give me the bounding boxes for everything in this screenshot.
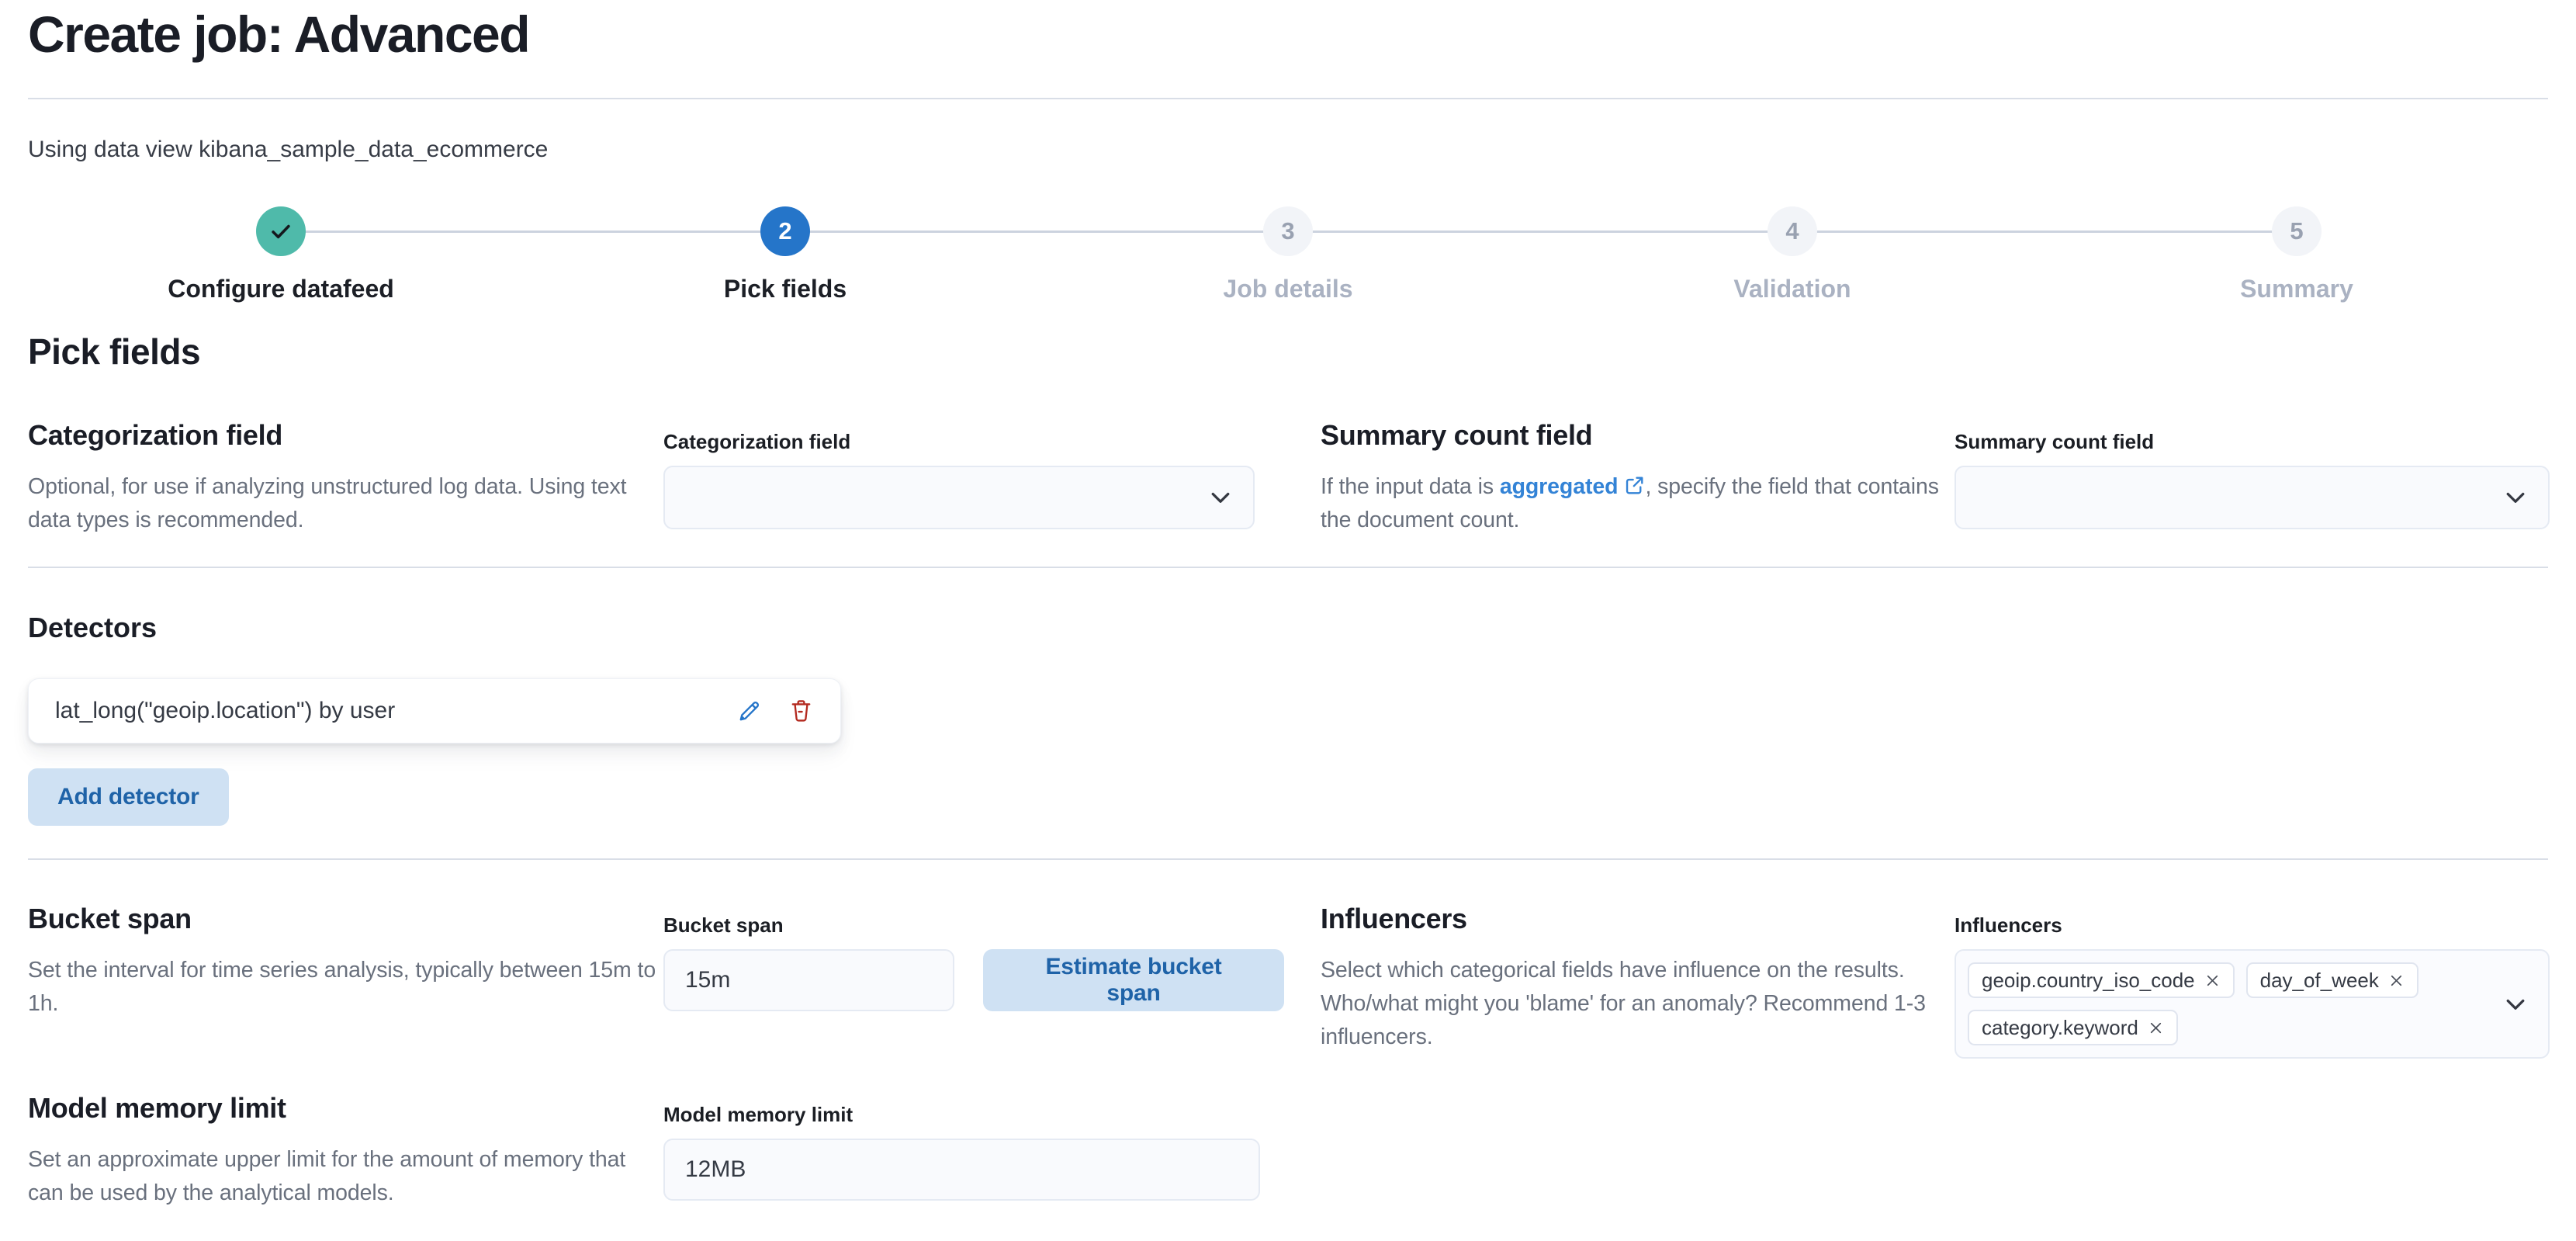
step-configure-datafeed[interactable]: Configure datafeed (33, 206, 529, 303)
data-view-note: Using data view kibana_sample_data_ecomm… (28, 137, 549, 162)
divider (28, 98, 2548, 99)
step-circle-current[interactable]: 2 (760, 206, 810, 256)
aggregated-link[interactable]: aggregated (1500, 474, 1646, 499)
influencer-pill: day_of_week (2245, 962, 2418, 998)
influencers-heading: Influencers (1321, 903, 1467, 934)
close-icon (2150, 1022, 2161, 1033)
model-memory-field-group: Model memory limit (663, 1103, 1260, 1201)
step-circle-future[interactable]: 4 (1768, 206, 1817, 256)
influencers-description-block: Influencers Select which categorical fie… (1321, 903, 1941, 1053)
summary-count-heading: Summary count field (1321, 419, 1593, 451)
step-validation[interactable]: 4 Validation (1544, 206, 2041, 303)
summary-count-field-group: Summary count field (1955, 430, 2550, 529)
step-label: Summary (2240, 275, 2353, 303)
influencers-field-label: Influencers (1955, 913, 2062, 937)
bucket-span-heading: Bucket span (28, 903, 192, 934)
delete-detector-button[interactable] (788, 698, 814, 724)
divider (28, 567, 2548, 568)
categorization-description-block: Categorization field Optional, for use i… (28, 419, 656, 537)
summary-count-field-label: Summary count field (1955, 430, 2155, 453)
chevron-down-icon (2506, 492, 2525, 503)
bucket-span-description-block: Bucket span Set the interval for time se… (28, 903, 656, 1021)
step-circle-future[interactable]: 5 (2272, 206, 2322, 256)
categorization-field-group: Categorization field (663, 430, 1255, 529)
bucket-span-field-label: Bucket span (663, 913, 784, 937)
step-label: Configure datafeed (168, 275, 394, 303)
remove-influencer-button[interactable] (2388, 972, 2405, 989)
pill-label: day_of_week (2259, 968, 2379, 992)
step-label: Validation (1733, 275, 1851, 303)
influencer-pill: geoip.country_iso_code (1968, 962, 2235, 998)
summary-count-description: If the input data is aggregated, specify… (1321, 470, 1941, 537)
detectors-heading: Detectors (28, 612, 158, 643)
bucket-span-description: Set the interval for time series analysi… (28, 958, 656, 1016)
categorization-field-label: Categorization field (663, 430, 851, 453)
pencil-icon (739, 701, 760, 720)
influencers-combo-box[interactable]: geoip.country_iso_code day_of_week categ… (1955, 949, 2550, 1059)
model-memory-field-label: Model memory limit (663, 1103, 853, 1126)
external-link-icon (1626, 477, 1643, 494)
influencers-field-group: Influencers geoip.country_iso_code day_o… (1955, 913, 2550, 1059)
pill-label: category.keyword (1982, 1015, 2138, 1039)
detector-card: lat_long("geoip.location") by user (28, 678, 841, 744)
step-label: Pick fields (723, 275, 847, 303)
categorization-description: Optional, for use if analyzing unstructu… (28, 474, 627, 532)
pill-label: geoip.country_iso_code (1982, 968, 2195, 992)
remove-influencer-button[interactable] (2148, 1020, 2164, 1036)
divider (28, 858, 2548, 860)
section-title-pick-fields: Pick fields (28, 331, 201, 372)
close-icon (2207, 975, 2218, 986)
description-text: If the input data is (1321, 474, 1500, 499)
step-summary[interactable]: 5 Summary (2048, 206, 2545, 303)
edit-detector-button[interactable] (736, 698, 762, 724)
check-icon (272, 224, 290, 239)
model-memory-description-block: Model memory limit Set an approximate up… (28, 1092, 656, 1210)
create-job-advanced-page: Create job: Advanced Using data view kib… (0, 0, 2576, 1241)
step-circle-complete[interactable] (256, 206, 306, 256)
step-job-details[interactable]: 3 Job details (1040, 206, 1536, 303)
chevron-down-icon (1211, 492, 1230, 503)
detector-expression: lat_long("geoip.location") by user (55, 698, 396, 723)
step-label: Job details (1223, 275, 1353, 303)
bucket-span-input[interactable] (663, 949, 954, 1011)
add-detector-button[interactable]: Add detector (28, 768, 229, 826)
summary-count-field-select[interactable] (1955, 466, 2550, 529)
step-pick-fields[interactable]: 2 Pick fields (537, 206, 1034, 303)
close-icon (2391, 975, 2401, 986)
model-memory-input[interactable] (663, 1139, 1260, 1201)
estimate-bucket-span-button[interactable]: Estimate bucket span (983, 949, 1284, 1011)
categorization-field-select[interactable] (663, 466, 1255, 529)
bucket-span-field-group: Bucket span Estimate bucket span (663, 913, 1284, 1011)
model-memory-description: Set an approximate upper limit for the a… (28, 1147, 626, 1205)
link-text: aggregated (1499, 474, 1619, 499)
model-memory-heading: Model memory limit (28, 1092, 286, 1124)
influencer-pill: category.keyword (1968, 1010, 2178, 1045)
detectors-section: Detectors lat_long("geoip.location") by … (28, 612, 841, 826)
summary-count-description-block: Summary count field If the input data is… (1321, 419, 1941, 537)
step-circle-future[interactable]: 3 (1263, 206, 1313, 256)
categorization-heading: Categorization field (28, 419, 283, 451)
remove-influencer-button[interactable] (2204, 972, 2221, 989)
trash-icon (791, 699, 811, 722)
chevron-down-icon (2506, 999, 2525, 1010)
page-title: Create job: Advanced (28, 5, 531, 63)
influencers-description: Select which categorical fields have inf… (1321, 958, 1926, 1049)
